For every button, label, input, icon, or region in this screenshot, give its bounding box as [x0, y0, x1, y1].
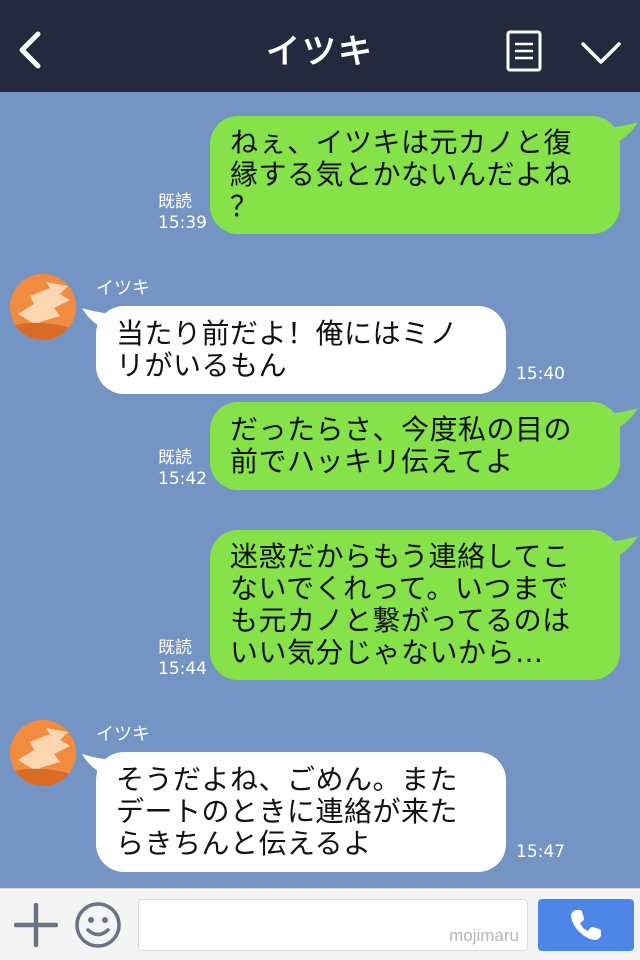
avatar[interactable] [10, 274, 76, 340]
avatar[interactable] [10, 720, 76, 786]
chat-title: イツキ [266, 32, 374, 72]
sender-name: イツキ [96, 724, 150, 745]
sender-name: イツキ [96, 278, 150, 299]
message-bubble-received[interactable]: 当たり前だよ！俺にはミノ リがいるもん [96, 306, 506, 394]
read-receipt: 既読 [158, 638, 192, 658]
read-receipt: 既読 [158, 448, 192, 468]
message-time: 15:42 [158, 469, 207, 489]
input-bar: mojimaru [0, 888, 640, 960]
bubble-tail [608, 408, 638, 430]
message-time: 15:44 [158, 659, 207, 679]
message-input[interactable]: mojimaru [138, 899, 528, 951]
avatar-image [10, 274, 76, 340]
call-button[interactable] [538, 899, 634, 951]
watermark: mojimaru [449, 926, 519, 945]
message-meta: 既読 15:44 [158, 638, 207, 680]
message-bubble-sent[interactable]: だったらさ、今度私の目の 前でハッキリ伝えてよ [210, 402, 620, 490]
bubble-tail [608, 536, 638, 558]
message-meta: 既読 15:42 [158, 448, 207, 490]
message-bubble-sent[interactable]: ねぇ、イツキは元カノと復 縁する気とかないんだよね ？ [210, 116, 620, 234]
emoji-icon[interactable] [74, 901, 122, 949]
read-receipt: 既読 [158, 192, 192, 212]
message-meta: 既読 15:39 [158, 192, 207, 234]
bubble-tail [608, 122, 638, 144]
menu-icon[interactable] [506, 30, 542, 72]
message-time: 15:39 [158, 213, 207, 233]
chevron-down-icon[interactable] [580, 40, 622, 66]
plus-icon[interactable] [14, 903, 58, 947]
chat-area[interactable]: 既読 15:39 ねぇ、イツキは元カノと復 縁する気とかないんだよね ？ イツキ… [0, 92, 640, 888]
message-bubble-sent[interactable]: 迷惑だからもう連絡してこ ないでくれって。いつまで も元カノと繋がってるのは い… [210, 530, 620, 680]
chat-header: イツキ [0, 0, 640, 92]
message-time: 15:40 [516, 364, 565, 384]
avatar-image [10, 720, 76, 786]
message-bubble-received[interactable]: そうだよね、ごめん。また デートのときに連絡が来た らきちんと伝えるよ [96, 752, 506, 872]
message-time: 15:47 [516, 842, 565, 862]
phone-icon [571, 910, 601, 940]
